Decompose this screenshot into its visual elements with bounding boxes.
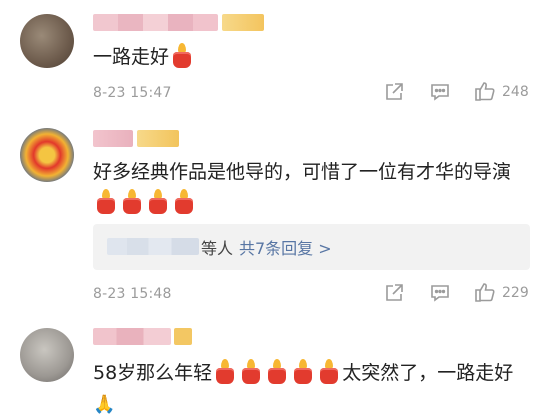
reply-suffix: 等人 bbox=[201, 239, 234, 258]
comment-text: 好多经典作品是他导的，可惜了一位有才华的导演 bbox=[93, 157, 528, 219]
candle-emoji bbox=[215, 359, 235, 385]
comment-icon[interactable] bbox=[430, 82, 450, 102]
timestamp: 8-23 15:47 bbox=[93, 85, 172, 101]
reply-usernames-redacted bbox=[107, 238, 199, 255]
badge-redacted bbox=[222, 14, 264, 31]
comment-item: 58岁那么年轻 太突然了，一路走好🙏 bbox=[0, 318, 550, 419]
candle-emoji bbox=[172, 43, 192, 69]
badge-redacted bbox=[174, 328, 192, 345]
candle-emoji bbox=[96, 189, 116, 215]
candle-emoji bbox=[122, 189, 142, 215]
username-redacted[interactable] bbox=[93, 328, 171, 345]
badge-redacted bbox=[137, 130, 179, 147]
candle-emoji bbox=[293, 359, 313, 385]
avatar[interactable] bbox=[20, 14, 74, 68]
reply-summary[interactable]: 等人 共7条回复 > bbox=[93, 224, 530, 270]
candle-emoji bbox=[267, 359, 287, 385]
comment-text: 一路走好 bbox=[93, 42, 528, 73]
thumbs-up-icon[interactable] bbox=[474, 80, 496, 102]
username-redacted[interactable] bbox=[93, 14, 218, 31]
candle-emoji bbox=[148, 189, 168, 215]
candle-emoji bbox=[319, 359, 339, 385]
comment-text: 58岁那么年轻 太突然了，一路走好🙏 bbox=[93, 358, 528, 420]
username-redacted[interactable] bbox=[93, 130, 133, 147]
view-replies-link[interactable]: 共7条回复 > bbox=[239, 235, 332, 259]
candle-emoji bbox=[174, 189, 194, 215]
comment-item: 一路走好 8-23 15:47 248 bbox=[0, 0, 550, 120]
comment-icon[interactable] bbox=[430, 283, 450, 303]
thumbs-up-icon[interactable] bbox=[474, 281, 496, 303]
praying-hands-emoji: 🙏 bbox=[93, 394, 116, 415]
like-count: 229 bbox=[502, 285, 529, 301]
avatar[interactable] bbox=[20, 128, 74, 182]
candle-emoji bbox=[241, 359, 261, 385]
avatar[interactable] bbox=[20, 328, 74, 382]
like-count: 248 bbox=[502, 84, 529, 100]
share-icon[interactable] bbox=[384, 283, 404, 303]
comment-item: 好多经典作品是他导的，可惜了一位有才华的导演 等人 共7条回复 > 8-23 1… bbox=[0, 120, 550, 315]
share-icon[interactable] bbox=[384, 82, 404, 102]
timestamp: 8-23 15:48 bbox=[93, 286, 172, 302]
